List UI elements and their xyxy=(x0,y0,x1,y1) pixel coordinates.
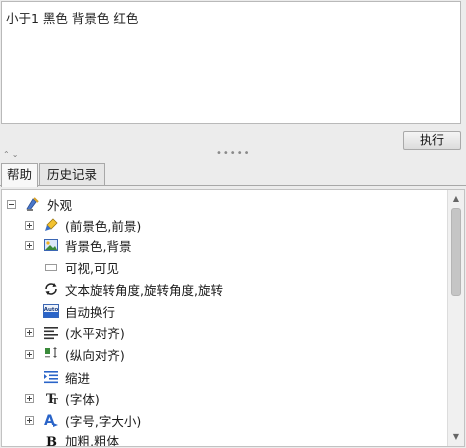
indent-icon xyxy=(43,369,59,385)
tree-node-label: (字体) xyxy=(65,391,100,407)
visible-box-icon xyxy=(43,259,59,275)
tree-node-label: 自动换行 xyxy=(65,304,116,320)
collapse-node-icon[interactable] xyxy=(7,199,16,209)
tree-node-visible[interactable]: 可视,可见 xyxy=(25,257,119,277)
tree-node-foreground[interactable]: (前景色,前景) xyxy=(25,215,141,235)
tree-node-background[interactable]: 背景色,背景 xyxy=(25,235,131,255)
font-icon: T T xyxy=(43,390,59,406)
align-vertical-icon xyxy=(43,346,59,362)
tree-node-appearance[interactable]: 外观 xyxy=(7,194,72,214)
expand-node-icon[interactable] xyxy=(25,393,34,403)
rotate-icon xyxy=(43,281,59,297)
tree-node-label: (前景色,前景) xyxy=(65,218,142,234)
expand-node-icon[interactable] xyxy=(25,349,34,359)
svg-text:T: T xyxy=(52,396,58,406)
auto-wrap-icon: Auto xyxy=(43,303,59,319)
tab-history[interactable]: 历史记录 xyxy=(39,163,105,185)
expand-node-icon[interactable] xyxy=(25,220,34,230)
tree-node-label: (字号,字大小) xyxy=(65,413,142,429)
tree-node-label: (纵向对齐) xyxy=(65,347,125,363)
tree-node-rotation[interactable]: 文本旋转角度,旋转角度,旋转 xyxy=(25,279,223,299)
scroll-down-arrow-icon[interactable]: ▼ xyxy=(450,431,462,443)
tree-node-indent[interactable]: 缩进 xyxy=(25,367,90,387)
align-horizontal-icon xyxy=(43,324,59,340)
tree-node-font[interactable]: T T (字体) xyxy=(25,388,100,408)
tree-node-autowrap[interactable]: Auto 自动换行 xyxy=(25,301,115,321)
svg-text:B: B xyxy=(46,435,57,447)
tree-node-halign[interactable]: (水平对齐) xyxy=(25,322,125,342)
paintbrush-icon xyxy=(43,217,59,233)
tree-node-label: 可视,可见 xyxy=(65,260,119,276)
tree-scrollbar[interactable]: ▲ ▼ xyxy=(447,190,464,446)
help-tree: 外观 (前景色,前景) 背景色,背景 可视,可见 文本旋转角度,旋转角度,旋转 … xyxy=(1,189,465,447)
expand-node-icon[interactable] xyxy=(25,240,34,250)
scrollbar-thumb[interactable] xyxy=(451,208,461,296)
tree-node-label: 背景色,背景 xyxy=(65,238,132,254)
background-image-icon xyxy=(43,237,59,253)
bold-icon: B xyxy=(43,432,59,447)
tree-node-label: (水平对齐) xyxy=(65,325,125,341)
expand-node-icon[interactable] xyxy=(25,415,34,425)
font-size-icon: A xyxy=(43,412,59,428)
tree-node-label: 文本旋转角度,旋转角度,旋转 xyxy=(65,282,223,298)
tree-node-valign[interactable]: (纵向对齐) xyxy=(25,344,125,364)
splitter-handle[interactable]: ••••• xyxy=(216,148,251,159)
tree-node-bold[interactable]: B 加粗,粗体 xyxy=(25,430,119,447)
tree-node-label: 加粗,粗体 xyxy=(65,433,119,447)
query-input[interactable]: 小于1 黑色 背景色 红色 xyxy=(1,1,461,124)
run-button[interactable]: 执行 xyxy=(403,131,461,150)
collapse-toggle[interactable]: ⌃⌄ xyxy=(3,150,20,159)
tree-node-label: 外观 xyxy=(47,197,73,213)
tab-divider xyxy=(0,185,466,186)
scroll-up-arrow-icon[interactable]: ▲ xyxy=(450,193,462,205)
tree-node-fontsize[interactable]: A (字号,字大小) xyxy=(25,410,141,430)
tab-bar: 帮助 历史记录 xyxy=(1,163,465,187)
tree-node-label: 缩进 xyxy=(65,370,91,386)
expand-node-icon[interactable] xyxy=(25,327,34,337)
appearance-icon xyxy=(25,196,41,212)
tab-help[interactable]: 帮助 xyxy=(1,163,38,187)
svg-text:Auto: Auto xyxy=(44,307,59,313)
